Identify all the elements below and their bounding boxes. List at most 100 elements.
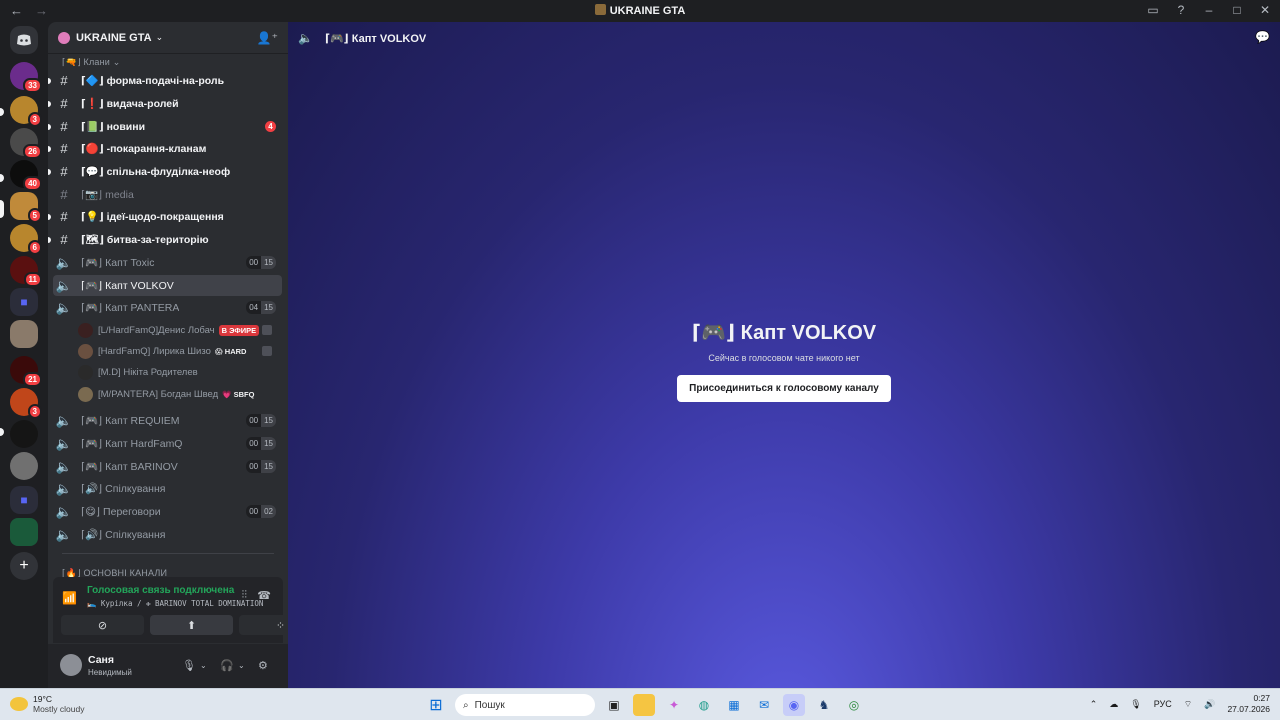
user-count: 00 — [246, 414, 262, 427]
edge-icon[interactable]: ◍ — [693, 694, 715, 716]
voice-channel-item[interactable]: 🔈 ⌈🎮⌋ Капт BARINOV 00 15 — [53, 456, 282, 477]
taskbar-search[interactable]: ⌕ Пошук — [455, 694, 595, 716]
voice-channel-item[interactable]: 🔈 ⌈🔊⌋ Спілкування — [53, 478, 282, 499]
voice-user[interactable]: [M/PANTERA] Богдан Швед 💗 SBFQ — [78, 384, 278, 404]
task-view-icon[interactable]: ▣ — [603, 694, 625, 716]
microphone-icon[interactable]: 🎙 — [182, 659, 196, 672]
microphone-icon[interactable]: 🎙 — [1130, 699, 1141, 710]
weather-description: Mostly cloudy — [33, 704, 85, 714]
channel-item[interactable]: # ⌈🔷⌋ форма-подачі-на-роль — [53, 70, 282, 91]
user-name[interactable]: Саня — [88, 654, 114, 666]
avatar[interactable] — [60, 654, 82, 676]
camera-off-icon: ⊘ — [97, 619, 108, 632]
taskbar-apps: ⊞ ⌕ Пошук ▣ ✦ ◍ ▦ ✉ ◉ ♞ ◎ — [425, 694, 865, 716]
channel-item[interactable]: # ⌈📗⌋ новини 4 — [53, 116, 282, 137]
chevron-down-icon[interactable]: ⌄ — [200, 661, 207, 670]
noise-suppression-icon[interactable]: ⫶⫶ — [242, 589, 248, 602]
server-icon[interactable]: 33 — [10, 62, 42, 93]
windows-start-icon[interactable]: ⊞ — [425, 694, 447, 716]
volume-icon[interactable]: 🔊 — [1204, 699, 1215, 710]
server-icon[interactable]: 26 — [10, 128, 42, 159]
category-clans[interactable]: ⌈🔫⌋ Клани ⌄ — [62, 57, 120, 68]
language-indicator[interactable]: РУС — [1154, 699, 1172, 709]
voice-channel-item[interactable]: 🔈 ⌈🎮⌋ Капт HardFamQ 00 15 — [53, 433, 282, 454]
voice-channel-item[interactable]: 🔈 ⌈😋⌋ Переговори 00 02 — [53, 501, 282, 522]
screen-share-button[interactable]: ⬆ — [150, 615, 233, 635]
wifi-icon[interactable]: ⌔ — [1184, 699, 1192, 710]
invite-people-icon[interactable]: 👤⁺ — [257, 31, 278, 45]
server-icon[interactable] — [10, 452, 38, 480]
voice-status[interactable]: Голосовая связь подключена — [87, 585, 234, 596]
chevron-down-icon[interactable]: ⌄ — [238, 661, 245, 670]
signal-icon[interactable]: 📶 — [62, 591, 77, 605]
server-icon[interactable] — [10, 420, 38, 448]
join-voice-button[interactable]: Присоединиться к голосовому каналу — [677, 375, 891, 402]
voice-channel-item-selected[interactable]: 🔈 ⌈🎮⌋ Капт VOLKOV — [53, 275, 282, 296]
channel-name: ⌈🎮⌋ Капт BARINOV — [81, 461, 178, 473]
voice-channel-item[interactable]: 🔈 ⌈🎮⌋ Капт Toxic 00 15 — [53, 252, 282, 273]
disconnect-icon[interactable]: ☎ — [257, 589, 271, 602]
help-icon[interactable]: ? — [1174, 3, 1188, 17]
outlook-icon[interactable]: ✉ — [753, 694, 775, 716]
channel-item[interactable]: # ⌈🔴⌋ -покарання-кланам — [53, 138, 282, 159]
file-explorer-icon[interactable] — [633, 694, 655, 716]
server-icon[interactable]: 6 — [10, 224, 42, 255]
chrome-icon[interactable]: ◎ — [843, 694, 865, 716]
clock[interactable]: 0:27 27.07.2026 — [1227, 693, 1270, 715]
server-icon[interactable]: 3 — [10, 388, 42, 419]
copilot-icon[interactable]: ✦ — [663, 694, 685, 716]
server-icon[interactable]: 21 — [10, 356, 42, 387]
minimize-icon[interactable]: – — [1202, 3, 1216, 17]
channel-item[interactable]: # ⌈💬⌋ спільна-флуділка-неоф — [53, 161, 282, 182]
channel-item[interactable]: # ⌈🗺⌋ битва-за-територію — [53, 229, 282, 250]
speaker-icon: 🔈 — [55, 277, 73, 293]
hashtag-icon: # — [60, 119, 68, 134]
voice-channel-item[interactable]: 🔈 ⌈🎮⌋ Капт PANTERA 04 15 — [53, 297, 282, 318]
unread-pill — [0, 428, 4, 436]
chevron-up-icon[interactable]: ⌃ — [1090, 699, 1098, 710]
discord-taskbar-icon[interactable]: ◉ — [783, 694, 805, 716]
guild-icon — [58, 31, 70, 44]
channel-item[interactable]: # ⌈📷⌋ media — [53, 184, 282, 205]
app-icon[interactable]: ♞ — [813, 694, 835, 716]
channel-name: ⌈🔴⌋ -покарання-кланам — [81, 143, 207, 155]
voice-location[interactable]: 🛌 Курілка / ✙ BARINOV TOTAL DOMINATION — [87, 599, 263, 608]
server-icon-selected[interactable]: 5 — [10, 192, 42, 223]
maximize-icon[interactable]: □ — [1230, 3, 1244, 17]
user-count: 00 — [246, 460, 262, 473]
unread-indicator — [48, 169, 51, 175]
folder-icon[interactable]: ■ — [10, 486, 38, 514]
camera-off-button[interactable]: ⊘ — [61, 615, 144, 635]
guild-header[interactable]: UKRAINE GTA ⌄ 👤⁺ — [48, 22, 288, 54]
discord-home-icon[interactable] — [10, 26, 38, 54]
server-icon[interactable] — [10, 518, 38, 546]
server-icon[interactable]: 40 — [10, 160, 42, 191]
server-icon[interactable]: 3 — [10, 96, 42, 127]
speaker-icon: 🔈 — [55, 254, 73, 270]
voice-user[interactable]: [L/HardFamQ]Денис Лобач В ЭФИРЕ — [78, 320, 278, 340]
server-tag: 😱 HARD — [214, 346, 247, 356]
cloud-icon[interactable]: ☁ — [1109, 699, 1118, 710]
chat-bubble-icon[interactable]: 💬 — [1255, 30, 1270, 44]
close-icon[interactable]: ✕ — [1258, 3, 1272, 17]
voice-channel-item[interactable]: 🔈 ⌈🎮⌋ Капт REQUIEM 00 15 — [53, 410, 282, 431]
voice-user[interactable]: [HardFamQ] Лирика Шизо 😱 HARD — [78, 341, 278, 361]
voice-user-name: [M/PANTERA] Богдан Швед — [98, 388, 219, 400]
server-icon[interactable]: 11 — [10, 256, 42, 287]
user-limit: 02 — [261, 505, 276, 518]
store-icon[interactable]: ▦ — [723, 694, 745, 716]
voice-channel-item[interactable]: 🔈 ⌈🔊⌋ Спілкування — [53, 524, 282, 545]
weather-widget[interactable]: 19°C Mostly cloudy — [10, 694, 85, 714]
weather-cloud-icon — [10, 697, 28, 711]
add-server-icon[interactable]: + — [10, 552, 38, 580]
gear-icon[interactable]: ⚙ — [258, 659, 268, 672]
inbox-icon[interactable]: ▭ — [1146, 3, 1160, 17]
server-icon[interactable] — [10, 320, 38, 348]
voice-user[interactable]: [M.D] Нікіта Родителев — [78, 362, 278, 382]
headphones-icon[interactable]: 🎧 — [220, 659, 234, 672]
window-controls: ▭ ? – □ ✕ — [1146, 3, 1272, 17]
channel-item[interactable]: # ⌈💡⌋ ідеї-щодо-покращення — [53, 206, 282, 227]
channel-item[interactable]: # ⌈❗⌋ видача-ролей — [53, 93, 282, 114]
folder-icon[interactable]: ■ — [10, 288, 38, 316]
user-count: 00 — [246, 256, 262, 269]
